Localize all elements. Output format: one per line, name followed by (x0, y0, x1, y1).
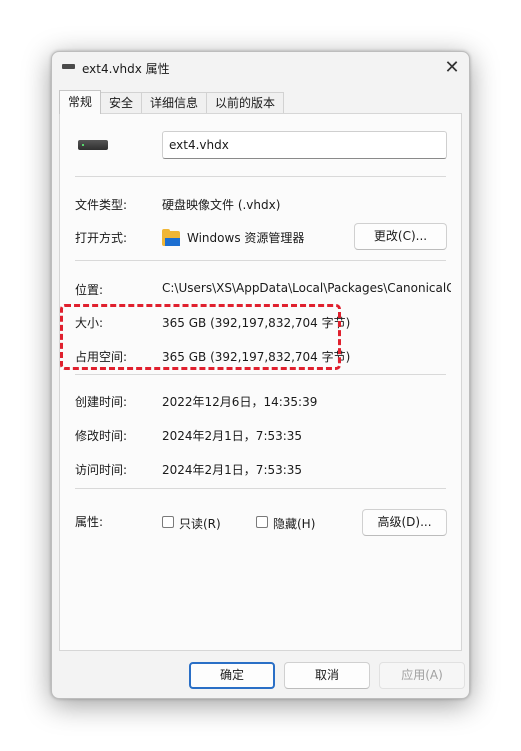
created-value: 2022年12月6日，14:35:39 (162, 395, 318, 409)
readonly-label: 只读(R) (179, 517, 221, 531)
close-icon: ✕ (444, 56, 460, 78)
open-with-label: 打开方式: (75, 231, 128, 245)
tab-bar: 常规 安全 详细信息 以前的版本 (59, 90, 285, 114)
close-button[interactable]: ✕ (435, 52, 469, 82)
file-explorer-icon (162, 229, 180, 246)
open-with-value: Windows 资源管理器 (187, 231, 305, 245)
location-label: 位置: (75, 283, 104, 297)
accessed-label: 访问时间: (75, 463, 128, 477)
modified-value: 2024年2月1日，7:53:35 (162, 429, 303, 443)
file-type-label: 文件类型: (75, 198, 128, 212)
change-button[interactable]: 更改(C)... (354, 223, 447, 250)
advanced-button[interactable]: 高级(D)... (362, 509, 447, 536)
tab-previous-versions[interactable]: 以前的版本 (206, 92, 285, 114)
divider (75, 260, 446, 261)
window-title: ext4.vhdx 属性 (82, 62, 170, 76)
location-value: C:\Users\XS\AppData\Local\Packages\Canon… (162, 281, 451, 295)
created-label: 创建时间: (75, 395, 128, 409)
readonly-checkbox[interactable] (162, 516, 174, 528)
hidden-label: 隐藏(H) (273, 517, 316, 531)
properties-dialog: ext4.vhdx 属性 ✕ 常规 安全 详细信息 以前的版本 文件类型: 硬盘… (51, 51, 470, 699)
tab-general[interactable]: 常规 (59, 90, 102, 114)
hidden-checkbox[interactable] (256, 516, 268, 528)
file-name-input[interactable] (162, 131, 447, 159)
tab-details[interactable]: 详细信息 (141, 92, 208, 114)
attributes-label: 属性: (75, 515, 104, 529)
file-type-value: 硬盘映像文件 (.vhdx) (162, 198, 281, 212)
title-bar: ext4.vhdx 属性 ✕ (52, 52, 469, 84)
modified-label: 修改时间: (75, 429, 128, 443)
accessed-value: 2024年2月1日，7:53:35 (162, 463, 303, 477)
size-highlight-annotation (60, 304, 341, 370)
apply-button[interactable]: 应用(A) (379, 662, 465, 689)
divider (75, 488, 446, 489)
divider (75, 176, 446, 177)
hard-drive-icon (78, 140, 108, 150)
drive-icon (62, 64, 75, 69)
cancel-button[interactable]: 取消 (284, 662, 370, 689)
tab-security[interactable]: 安全 (100, 92, 143, 114)
ok-button[interactable]: 确定 (189, 662, 275, 689)
general-tab-panel: 文件类型: 硬盘映像文件 (.vhdx) 打开方式: Windows 资源管理器… (59, 113, 462, 651)
divider (75, 374, 446, 375)
